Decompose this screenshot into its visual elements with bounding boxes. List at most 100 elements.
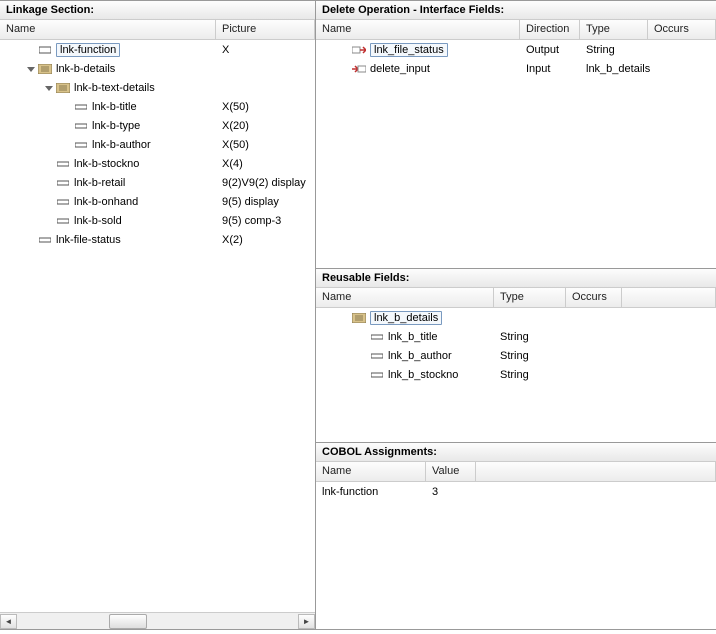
cobol-assignments-panel: COBOL Assignments: Name Value lnk-functi… [316,443,716,629]
interface-type: lnk_b_details [580,63,648,75]
col-occurs[interactable]: Occurs [648,20,716,39]
cobol-rows[interactable]: lnk-function3 [316,482,716,629]
linkage-section-panel: Linkage Section: Name Picture lnk-functi… [0,1,316,629]
linkage-tree[interactable]: lnk-function Xlnk-b-details lnk-b-text-det… [0,40,315,612]
picture-value: 9(2)V9(2) display [216,177,315,189]
col-name[interactable]: Name [316,288,494,307]
chevron-down-icon[interactable] [26,64,36,74]
tree-row[interactable]: lnk-b-text-details [0,78,315,97]
chevron-down-icon[interactable] [44,83,54,93]
struct-icon [56,82,70,94]
tree-row[interactable]: lnk-b-title X(50) [0,97,315,116]
reusable-type: String [494,369,566,381]
field-icon [74,139,88,151]
picture-value: 9(5) comp-3 [216,215,315,227]
cobol-column-headers: Name Value [316,462,716,482]
scroll-left-button[interactable]: ◄ [0,614,17,629]
linkage-column-headers: Name Picture [0,20,315,40]
scroll-track[interactable] [17,614,298,629]
struct-icon [352,312,366,324]
twisty-spacer [62,140,72,150]
reusable-row[interactable]: lnk_b_author String [316,346,716,365]
struct-icon [38,63,52,75]
input-icon [352,63,366,75]
twisty-spacer [44,178,54,188]
interface-rows[interactable]: lnk_file_statusOutputStringdelete_inputI… [316,40,716,268]
twisty-spacer [26,235,36,245]
interface-direction: Output [520,44,580,56]
reusable-fields-title: Reusable Fields: [316,269,716,288]
scroll-thumb[interactable] [109,614,147,629]
field-icon [56,215,70,227]
tree-label: lnk-b-retail [74,177,125,189]
tree-row[interactable]: lnk-file-status X(2) [0,230,315,249]
field-icon [56,177,70,189]
interface-column-headers: Name Direction Type Occurs [316,20,716,40]
twisty-spacer [62,102,72,112]
tree-row[interactable]: lnk-b-retail 9(2)V9(2) display [0,173,315,192]
picture-value: X(2) [216,234,315,246]
scroll-right-button[interactable]: ► [298,614,315,629]
picture-value: X(50) [216,101,315,113]
tree-row[interactable]: lnk-function X [0,40,315,59]
linkage-scrollbar-horizontal[interactable]: ◄ ► [0,612,315,629]
tree-label: lnk-b-details [56,63,115,75]
interface-row[interactable]: lnk_file_statusOutputString [316,40,716,59]
reusable-label: lnk_b_stockno [388,369,458,381]
field-icon [370,331,384,343]
reusable-label: lnk_b_author [388,350,452,362]
reusable-label: lnk_b_details [370,311,442,325]
col-name[interactable]: Name [316,462,426,481]
cobol-assignments-title: COBOL Assignments: [316,443,716,462]
reusable-type: String [494,350,566,362]
col-name[interactable]: Name [0,20,216,39]
tree-label: lnk-b-onhand [74,196,138,208]
reusable-type: String [494,331,566,343]
interface-direction: Input [520,63,580,75]
tree-row[interactable]: lnk-b-details [0,59,315,78]
col-occurs[interactable]: Occurs [566,288,622,307]
tree-row[interactable]: lnk-b-type X(20) [0,116,315,135]
field-icon [38,234,52,246]
output-icon [352,44,366,56]
picture-value: X(20) [216,120,315,132]
field-icon [370,350,384,362]
tree-label: lnk-function [56,43,120,57]
linkage-section-title: Linkage Section: [0,1,315,20]
tree-label: lnk-b-stockno [74,158,139,170]
tree-row[interactable]: lnk-b-stockno X(4) [0,154,315,173]
twisty-spacer [44,197,54,207]
tree-label: lnk-b-author [92,139,151,151]
interface-row[interactable]: delete_inputInputlnk_b_details [316,59,716,78]
tree-label: lnk-b-title [92,101,137,113]
col-value[interactable]: Value [426,462,476,481]
tree-label: lnk-b-type [92,120,140,132]
picture-value: X [216,44,315,56]
picture-value: 9(5) display [216,196,315,208]
col-name[interactable]: Name [316,20,520,39]
reusable-row[interactable]: lnk_b_details [316,308,716,327]
picture-value: X(4) [216,158,315,170]
interface-fields-title: Delete Operation - Interface Fields: [316,1,716,20]
tree-row[interactable]: lnk-b-authorX(50) [0,135,315,154]
col-direction[interactable]: Direction [520,20,580,39]
twisty-spacer [44,159,54,169]
tree-label: lnk-b-sold [74,215,122,227]
col-type[interactable]: Type [494,288,566,307]
field-icon [74,120,88,132]
cobol-value: 3 [426,486,476,498]
interface-type: String [580,44,648,56]
reusable-rows[interactable]: lnk_b_detailslnk_b_titleStringlnk_b_auth… [316,308,716,442]
cobol-row[interactable]: lnk-function3 [316,482,716,501]
tree-label: lnk-file-status [56,234,121,246]
col-picture[interactable]: Picture [216,20,315,39]
reusable-row[interactable]: lnk_b_title String [316,327,716,346]
field-icon [74,101,88,113]
twisty-spacer [26,45,36,55]
reusable-label: lnk_b_title [388,331,438,343]
interface-fields-panel: Delete Operation - Interface Fields: Nam… [316,1,716,269]
col-type[interactable]: Type [580,20,648,39]
reusable-row[interactable]: lnk_b_stockno String [316,365,716,384]
tree-row[interactable]: lnk-b-onhand 9(5) display [0,192,315,211]
tree-row[interactable]: lnk-b-sold 9(5) comp-3 [0,211,315,230]
